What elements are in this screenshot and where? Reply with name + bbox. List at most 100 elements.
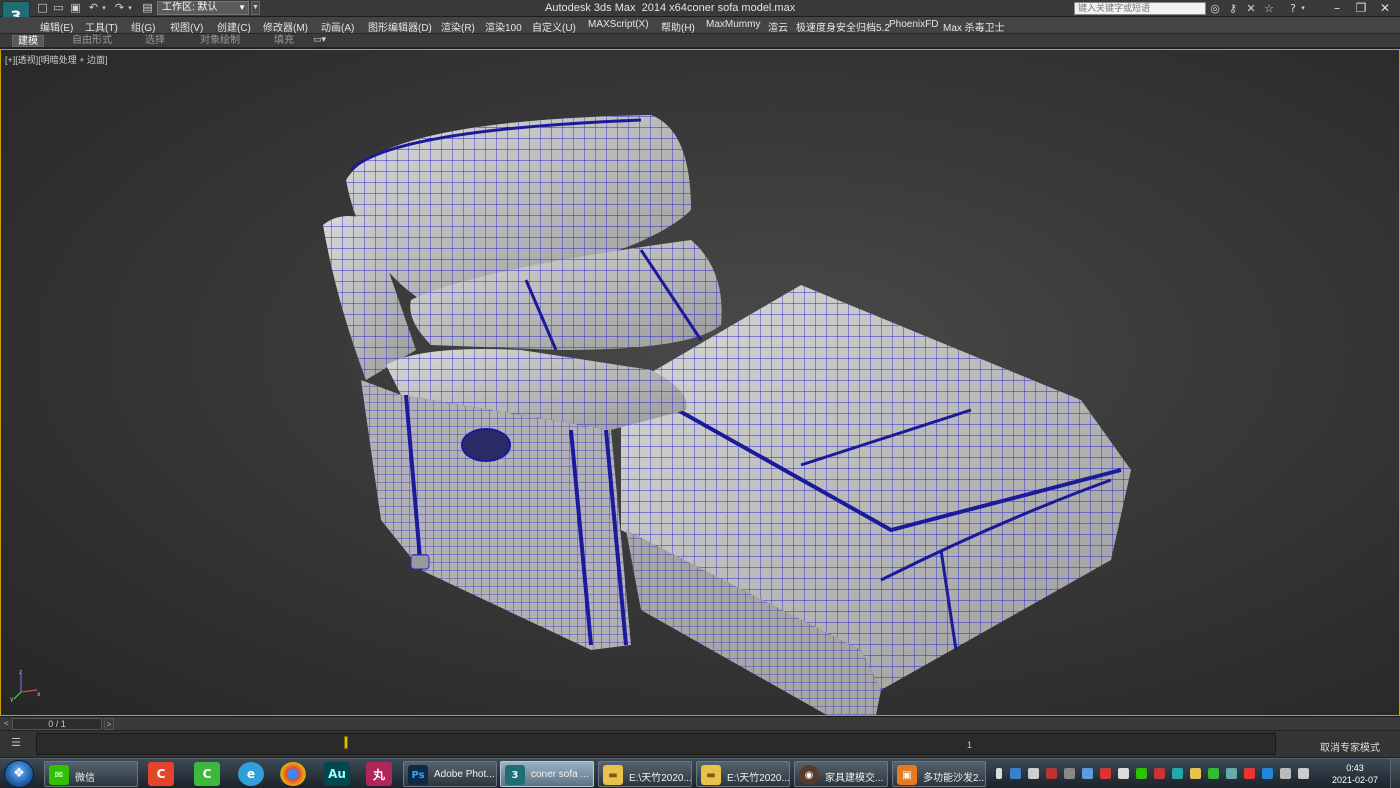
menu-create[interactable]: 创建(C) [217,19,251,34]
chrome-icon[interactable] [280,762,306,786]
taskbar-folder-2[interactable]: ▬ E:\天竹2020... [696,761,790,787]
ribbon-options-icon[interactable]: ▭▾ [313,35,326,47]
camtasia-icon[interactable]: C [148,762,174,786]
time-prev-button[interactable]: < [2,718,11,730]
redo-history-icon[interactable]: ▾ [126,2,134,14]
sofa-wireframe-model[interactable] [1,50,1399,715]
tray-app-icon-11[interactable] [1208,768,1219,779]
tab-object-paint[interactable]: 对象绘制 [200,35,240,47]
undo-icon[interactable]: ↶ [87,2,100,14]
taskbar-folder-1[interactable]: ▬ E:\天竹2020... [598,761,692,787]
menu-rendering[interactable]: 渲染(R) [441,19,475,34]
audition-icon[interactable]: Au [324,762,350,786]
3dsmax-icon: 3 [505,765,525,785]
font-app-icon[interactable]: 丸 [366,762,392,786]
menu-graph-editors[interactable]: 图形编辑器(D) [368,19,432,34]
tray-app-icon-12[interactable] [1226,768,1237,779]
tray-app-icon-4[interactable] [1064,768,1075,779]
image-viewer-icon: ▣ [897,765,917,785]
tray-wechat-icon[interactable] [1136,768,1147,779]
close-button[interactable]: ✕ [1378,1,1392,16]
tray-app-icon-8[interactable] [1154,768,1165,779]
restore-button[interactable]: ❐ [1354,1,1368,16]
taskbar-chat-group[interactable]: ◉ 家具建模交... [794,761,888,787]
show-desktop-button[interactable] [1390,759,1400,788]
ie-browser-icon[interactable]: e [238,762,264,786]
menu-phoenixfd[interactable]: PhoenixFD [889,19,938,30]
perspective-viewport[interactable]: [+][透视][明暗处理 + 边面] z x y [0,49,1400,716]
tab-selection[interactable]: 选择 [145,35,165,47]
title-bar: 3 □ ▭ ▣ ↶ ▾ ↷ ▾ ▤ 工作区: 默认 ▼ ▼ Autodesk 3… [0,0,1400,31]
menu-tools[interactable]: 工具(T) [85,19,118,34]
time-next-button[interactable]: > [104,718,114,730]
menu-xuanyun[interactable]: 渲云 [768,19,788,34]
track-timeline[interactable]: 1 [36,733,1276,755]
frame-tick-label: 1 [967,740,973,750]
axis-label-y: y [10,696,14,702]
file-title: coner sofa model.max [687,2,796,14]
tray-expand-icon[interactable] [996,768,1002,779]
save-icon[interactable]: ▣ [69,2,82,14]
clock-time: 0:43 [1346,763,1364,773]
taskbar-image-viewer-label: 多功能沙发2... [923,773,986,784]
menu-render100[interactable]: 渲染100 [485,19,522,34]
menu-max-antivirus[interactable]: Max 杀毒卫士 [943,19,1005,34]
workspace-label: 工作区: 默认 [162,2,218,13]
taskbar-photoshop[interactable]: Ps Adobe Phot... [403,761,497,787]
open-file-icon[interactable]: ▭ [52,2,65,14]
start-button[interactable]: ❖ [4,760,34,788]
curve-editor-icon[interactable]: ☰ [8,736,24,750]
tab-populate[interactable]: 填充 [274,35,294,47]
wechat-icon: ✉ [49,765,69,785]
search-input[interactable]: 键入关键字或短语 [1074,2,1206,15]
tray-app-icon-2[interactable] [1028,768,1039,779]
undo-history-icon[interactable]: ▾ [100,2,108,14]
star-icon[interactable]: ☆ [1262,2,1276,15]
menu-views[interactable]: 视图(V) [170,19,203,34]
tray-app-icon-1[interactable] [1010,768,1021,779]
menu-animation[interactable]: 动画(A) [321,19,354,34]
tray-app-icon-13[interactable] [1244,768,1255,779]
key-icon[interactable]: ⚷ [1226,2,1240,15]
tab-freeform[interactable]: 自由形式 [72,35,112,47]
cancel-expert-mode-button[interactable]: 取消专家模式 [1320,739,1380,754]
taskbar-wechat[interactable]: ✉ 微信 [44,761,138,787]
redo-icon[interactable]: ↷ [113,2,126,14]
tray-app-icon-6[interactable] [1100,768,1111,779]
time-slider: < 0 / 1 > [0,716,1400,730]
project-folder-icon[interactable]: ▤ [141,2,154,14]
time-slider-thumb[interactable]: 0 / 1 [12,718,102,730]
clock-date: 2021-02-07 [1331,775,1379,785]
tray-app-icon-10[interactable] [1190,768,1201,779]
taskbar-image-viewer[interactable]: ▣ 多功能沙发2... [892,761,986,787]
clock[interactable]: 0:43 2021-02-07 [1325,762,1385,786]
tab-modeling[interactable]: 建模 [12,35,44,47]
help-dropdown-icon[interactable]: ▾ [1299,2,1307,15]
menu-edit[interactable]: 编辑(E) [40,19,73,34]
volume-icon[interactable] [1298,768,1309,779]
help-icon[interactable]: ? [1286,2,1300,15]
quick-access-dropdown[interactable]: ▼ [251,1,260,15]
menu-group[interactable]: 组(G) [131,19,155,34]
menu-archive[interactable]: 极速度身安全归档5.2 [796,19,890,34]
new-file-icon[interactable]: □ [36,2,49,14]
tray-app-icon-7[interactable] [1118,768,1129,779]
taskbar-3dsmax[interactable]: 3 coner sofa ... [500,761,594,787]
tray-app-icon-14[interactable] [1262,768,1273,779]
tray-app-icon-5[interactable] [1082,768,1093,779]
camtasia-recorder-icon[interactable]: C [194,762,220,786]
menu-maxscript[interactable]: MAXScript(X) [588,19,649,30]
keyframe-marker[interactable] [344,736,348,749]
menu-help[interactable]: 帮助(H) [661,19,695,34]
menu-customize[interactable]: 自定义(U) [532,19,576,34]
exchange-icon[interactable]: ✕ [1244,2,1258,15]
tray-app-icon-9[interactable] [1172,768,1183,779]
folder-icon: ▬ [701,765,721,785]
minimize-button[interactable]: – [1330,1,1344,16]
tray-app-icon-3[interactable] [1046,768,1057,779]
network-icon[interactable] [1280,768,1291,779]
workspace-selector[interactable]: 工作区: 默认 ▼ [157,1,249,15]
menu-maxmummy[interactable]: MaxMummy [706,19,760,30]
binoculars-icon[interactable]: ◎ [1208,2,1222,15]
menu-modifiers[interactable]: 修改器(M) [263,19,308,34]
